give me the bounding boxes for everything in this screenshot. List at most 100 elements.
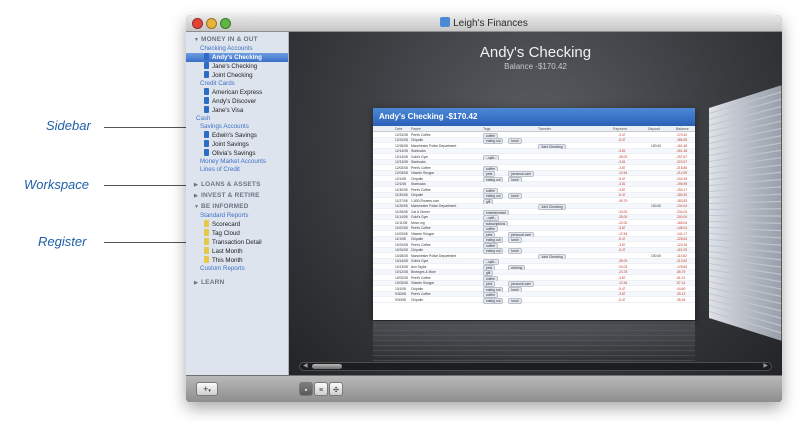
sidebar-item-last-month[interactable]: Last Month [186, 247, 288, 256]
sidebar-section-money[interactable]: ▼ MONEY IN & OUT [186, 36, 288, 43]
cell-balance: -145.04 [676, 226, 688, 230]
cell-balance: -193.17 [676, 187, 688, 192]
cell-payee: Bevinges & More [411, 270, 437, 274]
column-payment[interactable]: Payment [613, 127, 627, 131]
register[interactable]: Andy's Checking -$170.42 Date Payee Tags… [373, 108, 695, 320]
column-date[interactable]: Date [395, 127, 402, 131]
sidebar-item-label: This Month [212, 257, 243, 264]
cell-payee: Chipotle [411, 176, 424, 181]
column-transfer[interactable]: Transfer [538, 127, 551, 131]
cell-balance: -57.14 [676, 281, 686, 285]
cell-date: 10/12/08 [395, 270, 408, 274]
cell-payee: Manchester Police Department [411, 143, 457, 148]
cell-payee: Peet's Coffee [411, 187, 431, 192]
sidebar-group-cash[interactable]: Cash [186, 115, 288, 122]
sidebar-group-savings[interactable]: Savings Accounts [186, 123, 288, 130]
cell-payee: Starbucks [411, 160, 426, 164]
sidebar-section-label: MONEY IN & OUT [201, 36, 258, 43]
cell-payment: -5.47 [618, 138, 626, 142]
scrollbar-thumb[interactable] [312, 364, 342, 369]
cell-date: 12/1/08 [395, 182, 406, 186]
app-window: Leigh's Finances ▼ MONEY IN & OUT Checkin… [186, 15, 782, 402]
account-icon [204, 131, 209, 138]
account-icon [204, 88, 209, 95]
adjacent-register-preview[interactable] [709, 85, 782, 341]
tile-view-button[interactable]: ✣ [329, 382, 343, 396]
cell-payment: -3.87 [618, 292, 626, 296]
sidebar-item-olivias-savings[interactable]: Olivia's Savings [186, 149, 288, 158]
cell-payment: -3.87 [618, 165, 626, 170]
horizontal-scrollbar[interactable]: ◀ ▶ [299, 362, 772, 371]
cell-date: 10/02/08 [395, 275, 408, 280]
cell-date: 10/03/08 [395, 281, 408, 285]
sidebar-item-andys-discover[interactable]: Andy's Discover [186, 97, 288, 106]
column-payee[interactable]: Payee [411, 127, 421, 131]
sidebar-item-tag-cloud[interactable]: Tag Cloud [186, 229, 288, 238]
sidebar-item-janes-checking[interactable]: Jane's Checking [186, 62, 288, 71]
table-row[interactable]: 9/30/08 Chipotle eating out lunch -5.47 -35.2… [373, 297, 695, 304]
cell-payee: Chipotle [411, 237, 424, 241]
sidebar-item-joint-checking[interactable]: Joint Checking [186, 71, 288, 80]
sidebar-item-andys-checking[interactable]: Andy's Checking [186, 53, 288, 62]
cell-payment: -3.87 [618, 187, 626, 192]
sidebar-section-invest[interactable]: ▶ INVEST & RETIRE [186, 192, 288, 199]
cell-payment: -3.81 [618, 160, 626, 164]
sidebar-item-joint-savings[interactable]: Joint Savings [186, 140, 288, 149]
cell-balance: -222.67 [676, 160, 688, 164]
cell-balance: -35.26 [676, 297, 686, 302]
cell-balance: -214.99 [676, 171, 688, 175]
sidebar-item-this-month[interactable]: This Month [186, 256, 288, 265]
workspace-balance: Balance -$170.42 [504, 62, 567, 71]
cell-date: 9/30/08 [395, 297, 406, 302]
title-bar[interactable]: Leigh's Finances [186, 15, 782, 32]
sidebar-section-informed[interactable]: ▼ BE INFORMED [186, 203, 288, 210]
column-deposit[interactable]: Deposit [648, 127, 660, 131]
account-icon [204, 62, 209, 69]
cell-payee: Peet's Coffee [411, 292, 431, 296]
sidebar-group-standard-reports[interactable]: Standard Reports [186, 212, 288, 219]
cell-payee: Vitamin Shoppe [411, 231, 435, 236]
sidebar-section-learn[interactable]: ▶ LEARN [186, 279, 288, 286]
cell-date: 11/03/08 [395, 231, 408, 236]
cell-balance: -141.17 [676, 231, 688, 236]
sidebar-item-transaction-detail[interactable]: Transaction Detail [186, 238, 288, 247]
sidebar-item-label: Scorecard [212, 221, 241, 228]
sidebar-section-label: LOANS & ASSETS [201, 181, 261, 188]
sidebar-group-money-market[interactable]: Money Market Accounts [186, 158, 288, 165]
cell-balance: -113.82 [676, 253, 687, 258]
account-icon [204, 71, 209, 78]
disclosure-closed-icon[interactable]: ▶ [194, 280, 201, 286]
scroll-left-icon[interactable]: ◀ [303, 363, 308, 370]
sidebar-section-loans[interactable]: ▶ LOANS & ASSETS [186, 181, 288, 188]
column-balance[interactable]: Balance [676, 127, 689, 131]
cell-balance: -166.95 [676, 138, 688, 142]
sidebar-item-edwins-savings[interactable]: Edwin's Savings [186, 131, 288, 140]
cell-payment: -35.00 [618, 154, 628, 159]
sidebar-group-checking[interactable]: Checking Accounts [186, 45, 288, 52]
cell-balance: -134.04 [676, 204, 688, 208]
cell-balance: -170.42 [676, 132, 688, 137]
sidebar-item-janes-visa[interactable]: Jane's Visa [186, 106, 288, 115]
cell-date: 11/14/08 [395, 215, 408, 219]
cell-balance: -61.01 [676, 275, 686, 280]
disclosure-open-icon[interactable]: ▼ [194, 204, 201, 210]
disclosure-closed-icon[interactable]: ▶ [194, 193, 201, 199]
cell-payee: Cat & Dinner [411, 209, 430, 214]
sidebar-item-scorecard[interactable]: Scorecard [186, 220, 288, 229]
grid-view-button[interactable]: ▪ [299, 382, 313, 396]
sidebar-group-lines-of-credit[interactable]: Lines of Credit [186, 166, 288, 173]
add-button[interactable]: +▾ [196, 382, 218, 396]
column-tags[interactable]: Tags [483, 127, 490, 131]
cell-payment: -5.47 [618, 286, 626, 291]
list-view-button[interactable]: ≡ [314, 382, 328, 396]
cell-balance: -202.45 [676, 176, 688, 181]
account-icon [204, 106, 209, 113]
sidebar-item-american-express[interactable]: American Express [186, 88, 288, 97]
sidebar-group-custom-reports[interactable]: Custom Reports [186, 265, 288, 272]
sidebar-group-credit-cards[interactable]: Credit Cards [186, 80, 288, 87]
account-icon [204, 140, 209, 147]
scroll-right-icon[interactable]: ▶ [763, 363, 768, 370]
cell-payee: Peet's Coffee [411, 275, 431, 280]
disclosure-closed-icon[interactable]: ▶ [194, 182, 201, 188]
disclosure-open-icon[interactable]: ▼ [194, 37, 201, 43]
